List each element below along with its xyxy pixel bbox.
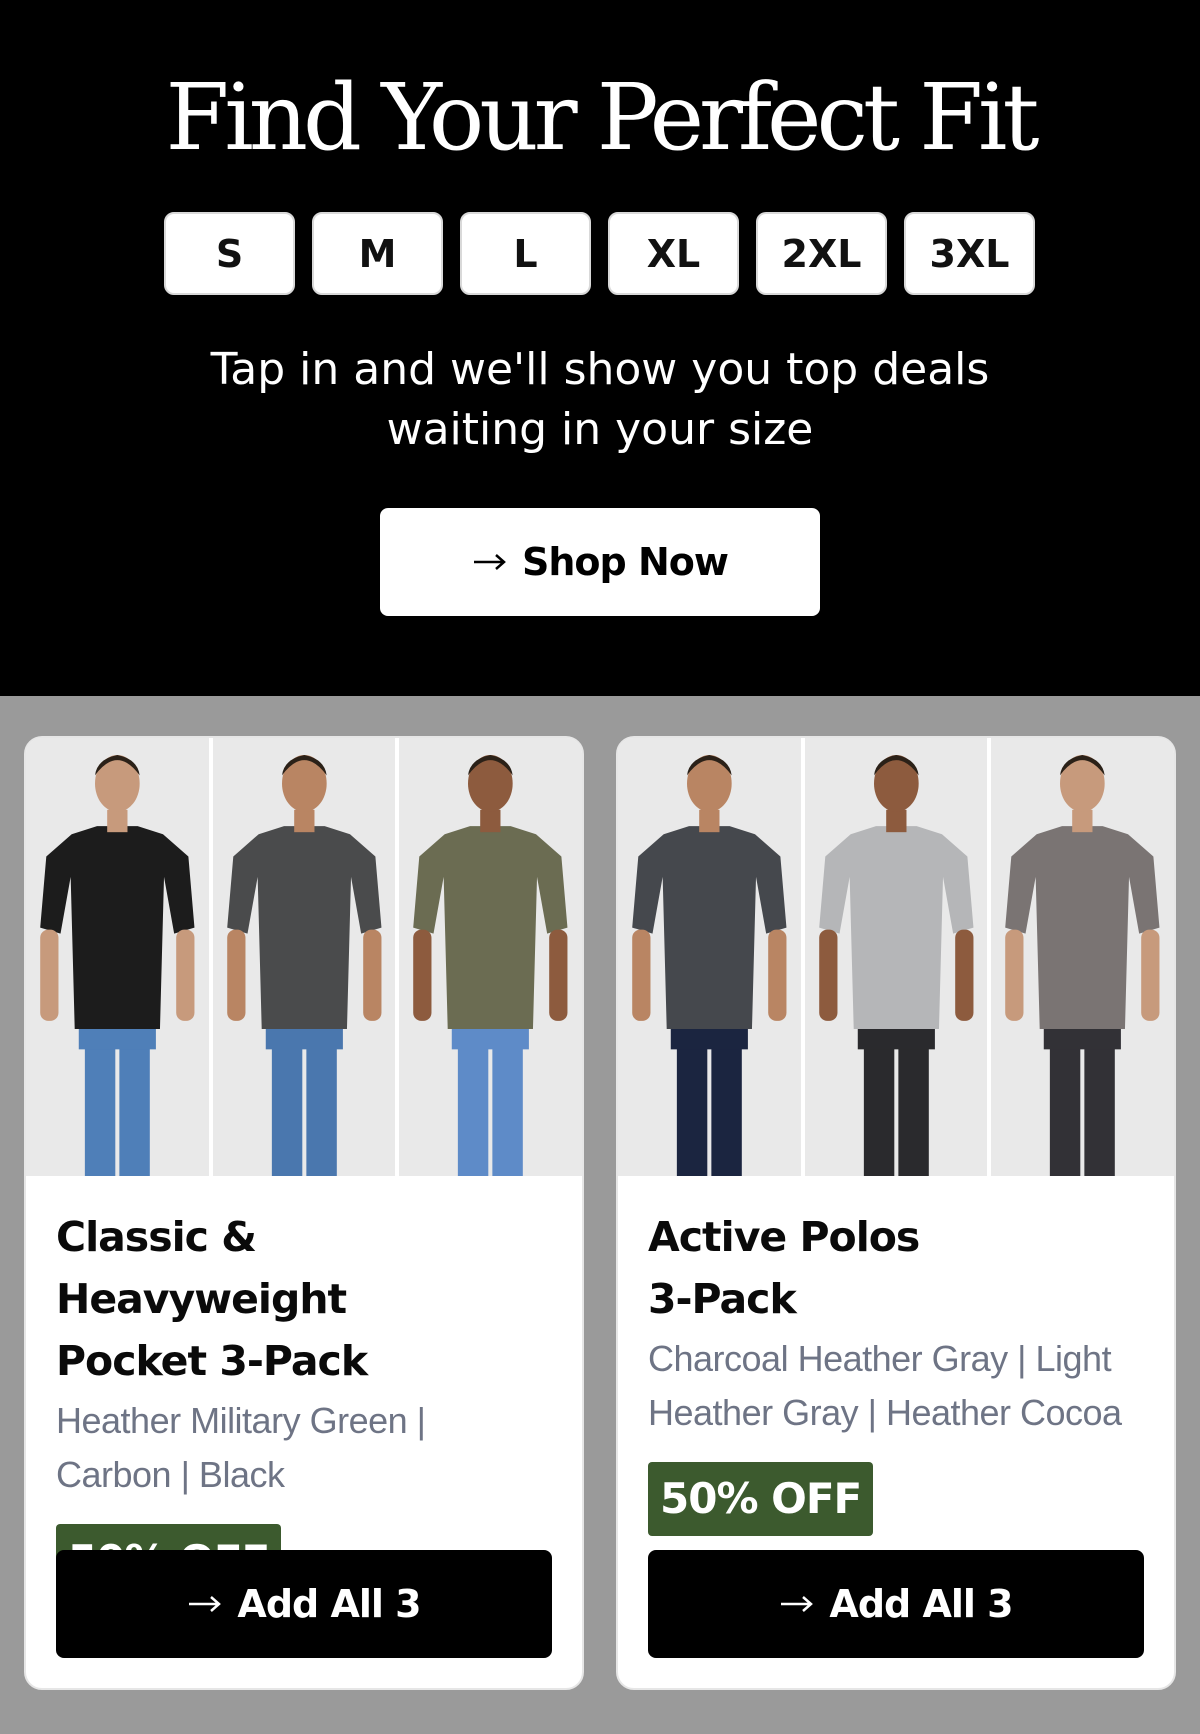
- product-photo: [399, 738, 582, 1176]
- hero-subtitle-line2: waiting in your size: [386, 404, 814, 455]
- product-photo: [618, 738, 801, 1176]
- size-button-m[interactable]: M: [312, 212, 443, 295]
- model-figure: [212, 738, 396, 1176]
- hero-subtitle-line1: Tap in and we'll show you top deals: [210, 344, 990, 395]
- model-figure: [399, 738, 582, 1176]
- product-card-tees[interactable]: Classic & Heavyweight Pocket 3-Pack Heat…: [24, 736, 584, 1690]
- arrow-right-icon: [474, 554, 506, 570]
- size-button-l[interactable]: L: [460, 212, 591, 295]
- product-colors: Charcoal Heather Gray | Light Heather Gr…: [648, 1332, 1144, 1440]
- product-photos: [618, 738, 1174, 1176]
- product-colors-line2: Carbon | Black: [56, 1454, 285, 1495]
- product-photo: [26, 738, 209, 1176]
- size-button-xl[interactable]: XL: [608, 212, 739, 295]
- product-title-line1: Active Polos: [648, 1213, 920, 1261]
- product-title-line2: Pocket 3-Pack: [56, 1337, 368, 1385]
- size-button-s[interactable]: S: [164, 212, 295, 295]
- arrow-right-icon: [189, 1596, 222, 1612]
- product-section: Classic & Heavyweight Pocket 3-Pack Heat…: [0, 696, 1200, 1734]
- discount-badge: 50% OFF: [648, 1462, 874, 1536]
- model-figure: [26, 738, 209, 1176]
- product-photo: [804, 738, 988, 1176]
- size-selector: S M L XL 2XL 3XL: [164, 212, 1035, 295]
- product-colors-line1: Heather Military Green |: [56, 1400, 426, 1441]
- hero-banner: Find Your Perfect Fit S M L XL 2XL 3XL T…: [0, 0, 1200, 696]
- product-colors-line1: Charcoal Heather Gray | Light: [648, 1338, 1112, 1379]
- model-figure: [618, 738, 801, 1176]
- size-button-2xl[interactable]: 2XL: [756, 212, 887, 295]
- arrow-right-icon: [781, 1596, 814, 1612]
- size-button-3xl[interactable]: 3XL: [904, 212, 1035, 295]
- product-title[interactable]: Active Polos 3-Pack: [648, 1206, 1144, 1330]
- product-colors: Heather Military Green | Carbon | Black: [56, 1394, 552, 1502]
- add-all-label: Add All 3: [237, 1582, 421, 1626]
- model-figure: [804, 738, 988, 1176]
- shop-now-button[interactable]: Shop Now: [380, 508, 820, 616]
- product-colors-line2: Heather Gray | Heather Cocoa: [648, 1392, 1122, 1433]
- product-title[interactable]: Classic & Heavyweight Pocket 3-Pack: [56, 1206, 552, 1392]
- model-figure: [991, 738, 1174, 1176]
- product-photo: [212, 738, 396, 1176]
- product-photos: [26, 738, 582, 1176]
- hero-title: Find Your Perfect Fit: [165, 64, 1040, 171]
- product-title-line2: 3-Pack: [648, 1275, 797, 1323]
- add-all-label: Add All 3: [829, 1582, 1013, 1626]
- product-photo: [991, 738, 1174, 1176]
- product-title-line1: Classic & Heavyweight: [56, 1213, 347, 1323]
- shop-now-label: Shop Now: [522, 540, 729, 584]
- product-card-polos[interactable]: Active Polos 3-Pack Charcoal Heather Gra…: [616, 736, 1176, 1690]
- add-all-button[interactable]: Add All 3: [648, 1550, 1144, 1658]
- add-all-button[interactable]: Add All 3: [56, 1550, 552, 1658]
- hero-subtitle: Tap in and we'll show you top deals wait…: [0, 340, 1200, 460]
